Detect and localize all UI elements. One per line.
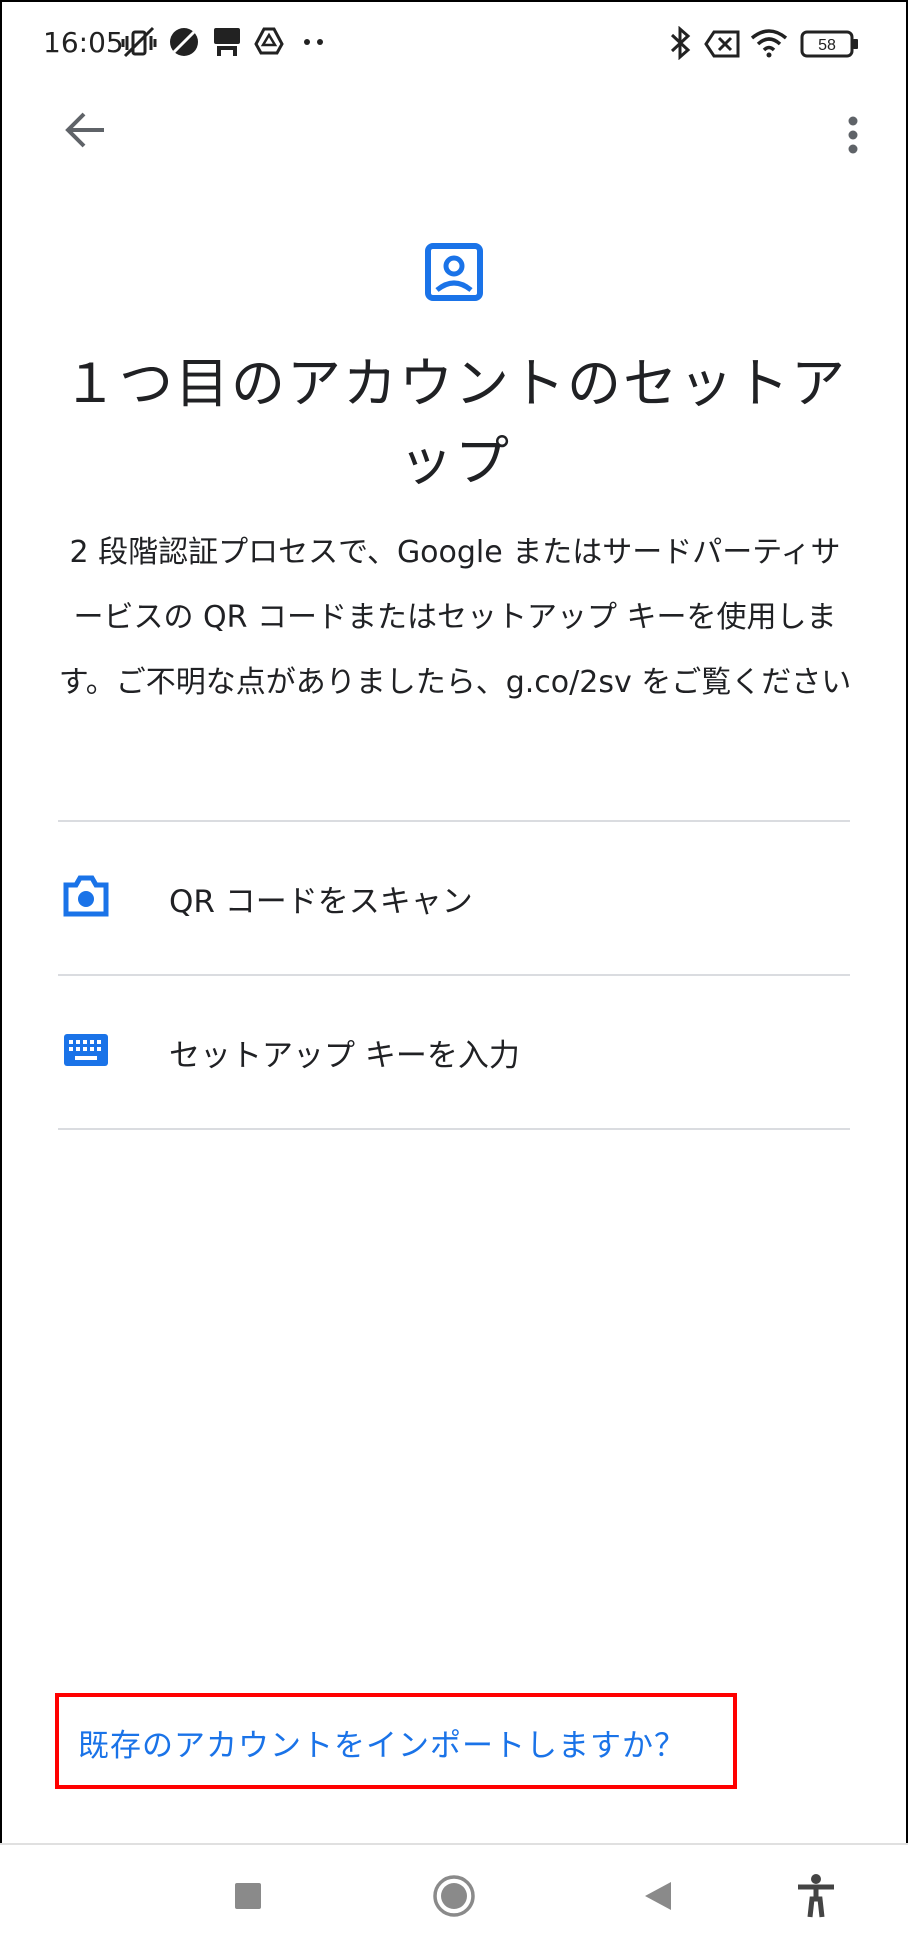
camera-icon — [62, 875, 110, 921]
data-saver-icon — [168, 26, 200, 62]
status-bar: 16:05 58 — [0, 0, 908, 90]
more-dots-icon — [302, 34, 326, 53]
recents-icon — [233, 1881, 263, 1915]
account-box-icon — [424, 242, 484, 306]
accessibility-button[interactable] — [786, 1868, 846, 1928]
enter-setup-key-label: セットアップ キーを入力 — [169, 1037, 520, 1074]
more-vert-icon — [846, 115, 860, 159]
recents-button[interactable] — [218, 1868, 278, 1928]
accessibility-icon — [796, 1873, 836, 1923]
more-options-button[interactable] — [830, 102, 876, 172]
desk-icon — [212, 26, 242, 62]
no-sim-icon — [704, 30, 740, 62]
vibrate-off-icon — [121, 26, 157, 64]
battery-level: 58 — [818, 37, 836, 54]
bluetooth-icon — [668, 25, 692, 64]
keyboard-icon — [62, 1032, 110, 1072]
divider — [58, 1128, 850, 1130]
page-title: １つ目のアカウントのセットアップ — [63, 352, 847, 493]
battery-icon: 58 — [800, 30, 860, 62]
home-icon — [432, 1874, 476, 1922]
page-description: 2 段階認証プロセスで、Google またはサードパーティサービスの QR コー… — [58, 535, 852, 700]
import-existing-accounts-link[interactable]: 既存のアカウントをインポートしますか？ — [78, 1720, 686, 1765]
back-icon — [643, 1880, 673, 1916]
wifi-icon — [750, 28, 788, 62]
nav-back-button[interactable] — [628, 1868, 688, 1928]
scan-qr-option[interactable]: QR コードをスキャン — [58, 822, 850, 974]
scan-qr-label: QR コードをスキャン — [169, 883, 473, 920]
drive-icon — [254, 26, 284, 60]
enter-setup-key-option[interactable]: セットアップ キーを入力 — [58, 976, 850, 1128]
status-time: 16:05 — [43, 26, 124, 59]
arrow-back-icon — [64, 111, 106, 153]
back-button[interactable] — [55, 102, 115, 162]
home-button[interactable] — [424, 1868, 484, 1928]
